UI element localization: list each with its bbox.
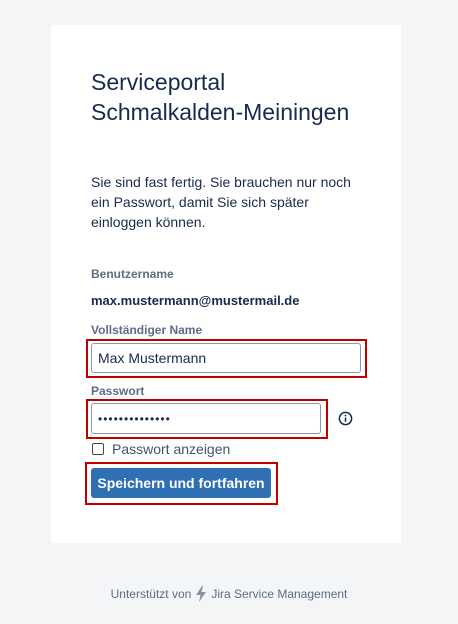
username-label: Benutzername (91, 267, 174, 281)
footer: Unterstützt von Jira Service Management (0, 586, 458, 602)
password-label: Passwort (91, 384, 145, 398)
fullname-label: Vollständiger Name (91, 323, 203, 337)
show-password-checkbox[interactable] (92, 443, 104, 455)
save-and-continue-button[interactable]: Speichern und fortfahren (91, 468, 271, 498)
username-value: max.mustermann@mustermail.de (91, 293, 300, 308)
info-icon[interactable] (338, 411, 353, 426)
page-title: Serviceportal Schmalkalden-Meiningen (91, 69, 350, 125)
fullname-input[interactable] (91, 343, 361, 373)
footer-product[interactable]: Jira Service Management (211, 587, 347, 601)
signup-card: Serviceportal Schmalkalden-Meiningen Sie… (51, 25, 401, 543)
jira-bolt-icon (196, 586, 207, 602)
password-input[interactable] (91, 403, 321, 434)
page-description: Sie sind fast fertig. Sie brauchen nur n… (91, 174, 351, 230)
footer-prefix: Unterstützt von (110, 587, 192, 601)
show-password-label[interactable]: Passwort anzeigen (112, 441, 230, 457)
